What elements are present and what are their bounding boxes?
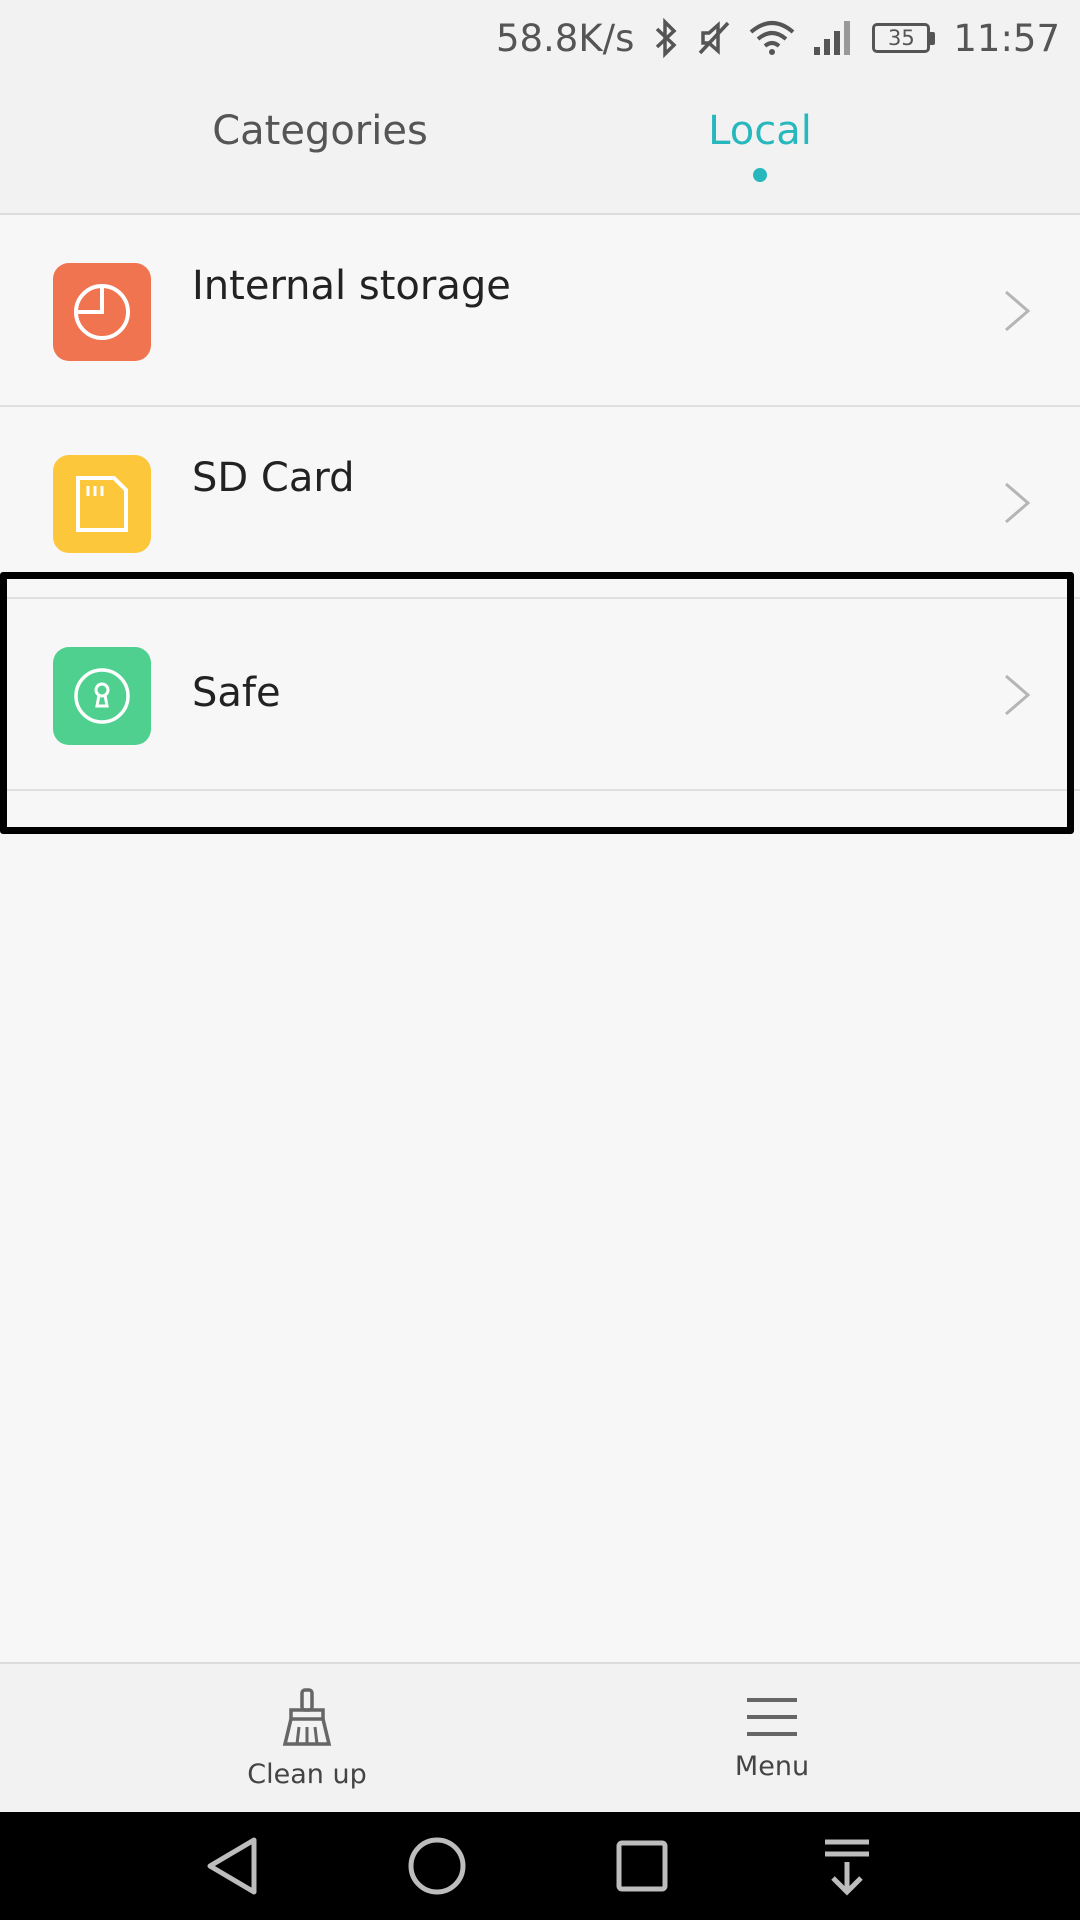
- tab-local[interactable]: Local: [580, 76, 940, 213]
- mute-icon: [696, 19, 732, 57]
- sd-card-icon: [53, 455, 151, 553]
- notification-pulldown-icon[interactable]: [815, 1834, 879, 1898]
- tab-active-indicator: [753, 167, 767, 182]
- back-icon[interactable]: [202, 1834, 266, 1898]
- storage-list: Internal storage SD Card Safe: [0, 215, 1080, 791]
- recents-icon[interactable]: [610, 1834, 674, 1898]
- menu-label: Menu: [734, 1750, 810, 1782]
- home-icon[interactable]: [405, 1834, 469, 1898]
- tab-label: Categories: [212, 107, 428, 154]
- broom-icon: [282, 1687, 332, 1746]
- battery-icon: 35: [872, 23, 936, 53]
- chevron-right-icon: [1005, 674, 1031, 716]
- status-bar: 58.8K/s 35 11:57: [0, 0, 1080, 76]
- tab-categories[interactable]: Categories: [140, 76, 500, 213]
- chevron-right-icon: [1005, 290, 1031, 332]
- bottom-action-bar: Clean up Menu: [0, 1662, 1080, 1812]
- chevron-right-icon: [1005, 482, 1031, 524]
- signal-icon: [812, 19, 856, 57]
- battery-level: 35: [887, 26, 915, 50]
- wifi-icon: [748, 20, 796, 56]
- list-item-sd-card[interactable]: SD Card: [0, 407, 1080, 599]
- list-item-label: SD Card: [192, 455, 355, 501]
- bluetooth-icon: [652, 18, 680, 58]
- network-speed: 58.8K/s: [495, 16, 635, 60]
- clean-up-label: Clean up: [247, 1758, 367, 1790]
- storage-pie-icon: [53, 263, 151, 361]
- tab-bar: Categories Local: [0, 76, 1080, 215]
- menu-button[interactable]: Menu: [622, 1664, 922, 1812]
- list-item-label: Safe: [192, 670, 281, 716]
- list-item-internal-storage[interactable]: Internal storage: [0, 215, 1080, 407]
- tab-label: Local: [708, 107, 812, 154]
- clock: 11:57: [953, 16, 1060, 60]
- system-navigation-bar: [0, 1812, 1080, 1920]
- list-item-label: Internal storage: [192, 263, 511, 309]
- clean-up-button[interactable]: Clean up: [157, 1664, 457, 1812]
- safe-lock-icon: [53, 647, 151, 745]
- list-item-safe[interactable]: Safe: [0, 599, 1080, 791]
- hamburger-menu-icon: [747, 1697, 797, 1736]
